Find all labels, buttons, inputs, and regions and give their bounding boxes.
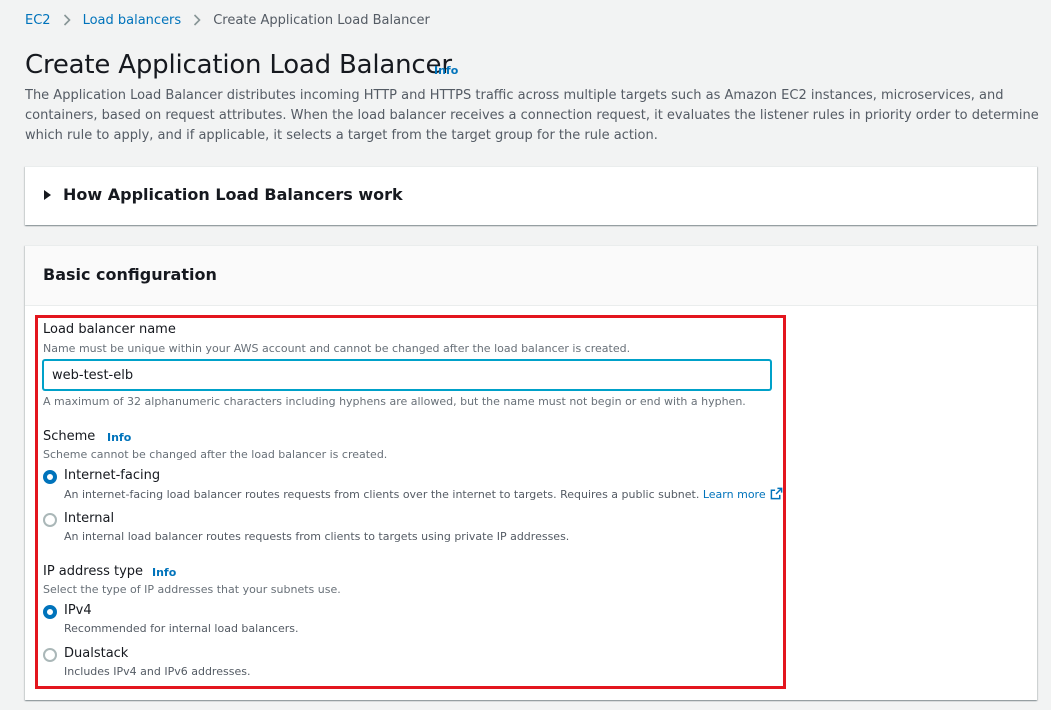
breadcrumb-current: Create Application Load Balancer bbox=[213, 12, 430, 28]
basic-configuration-title: Basic configuration bbox=[43, 265, 217, 284]
page-title: Create Application Load Balancer bbox=[25, 50, 452, 80]
name-field-hint: Name must be unique within your AWS acco… bbox=[43, 342, 631, 355]
scheme-hint: Scheme cannot be changed after the load … bbox=[43, 448, 388, 461]
caret-right-icon bbox=[44, 189, 51, 200]
scheme-info-link[interactable]: Info bbox=[107, 431, 131, 444]
title-info-link[interactable]: Info bbox=[434, 64, 458, 77]
ip-type-label: IP address type bbox=[43, 564, 144, 579]
basic-configuration-header: Basic configuration bbox=[25, 246, 1037, 306]
learn-more-link[interactable]: Learn more bbox=[703, 487, 783, 501]
scheme-internet-facing-label[interactable]: Internet-facing bbox=[64, 468, 160, 483]
how-it-works-title: How Application Load Balancers work bbox=[63, 185, 403, 204]
breadcrumb: EC2 Load balancers Create Application Lo… bbox=[25, 11, 430, 29]
how-it-works-panel: How Application Load Balancers work bbox=[25, 166, 1037, 225]
ip-type-info-link[interactable]: Info bbox=[152, 566, 176, 579]
ip-type-ipv4-label[interactable]: IPv4 bbox=[64, 603, 92, 618]
ip-type-hint: Select the type of IP addresses that you… bbox=[43, 583, 341, 596]
chevron-right-icon bbox=[63, 14, 71, 26]
scheme-internal-label[interactable]: Internal bbox=[64, 511, 114, 526]
load-balancer-name-input[interactable] bbox=[43, 360, 771, 390]
breadcrumb-ec2[interactable]: EC2 bbox=[25, 13, 51, 28]
scheme-internal-desc: An internal load balancer routes request… bbox=[64, 530, 570, 543]
name-field-label: Load balancer name bbox=[43, 322, 176, 337]
breadcrumb-load-balancers[interactable]: Load balancers bbox=[83, 13, 182, 28]
external-link-icon bbox=[770, 487, 782, 500]
chevron-right-icon bbox=[194, 14, 201, 26]
learn-more-text[interactable]: Learn more bbox=[703, 488, 766, 501]
ip-type-ipv4-radio[interactable] bbox=[43, 605, 57, 619]
how-it-works-toggle[interactable]: How Application Load Balancers work bbox=[43, 185, 403, 204]
scheme-internal-radio[interactable] bbox=[43, 513, 57, 527]
scheme-internet-facing-desc: An internet-facing load balancer routes … bbox=[64, 487, 783, 501]
scheme-internet-facing-radio[interactable] bbox=[43, 470, 57, 484]
page-description: The Application Load Balancer distribute… bbox=[25, 88, 1039, 143]
ip-type-dualstack-radio[interactable] bbox=[43, 648, 57, 662]
scheme-internet-facing-desc-text: An internet-facing load balancer routes … bbox=[64, 488, 700, 501]
scheme-label: Scheme bbox=[43, 429, 96, 444]
ip-type-dualstack-desc: Includes IPv4 and IPv6 addresses. bbox=[64, 665, 251, 678]
name-field-constraint: A maximum of 32 alphanumeric characters … bbox=[43, 395, 746, 408]
ip-type-ipv4-desc: Recommended for internal load balancers. bbox=[64, 622, 299, 635]
ip-type-dualstack-label[interactable]: Dualstack bbox=[64, 646, 128, 661]
